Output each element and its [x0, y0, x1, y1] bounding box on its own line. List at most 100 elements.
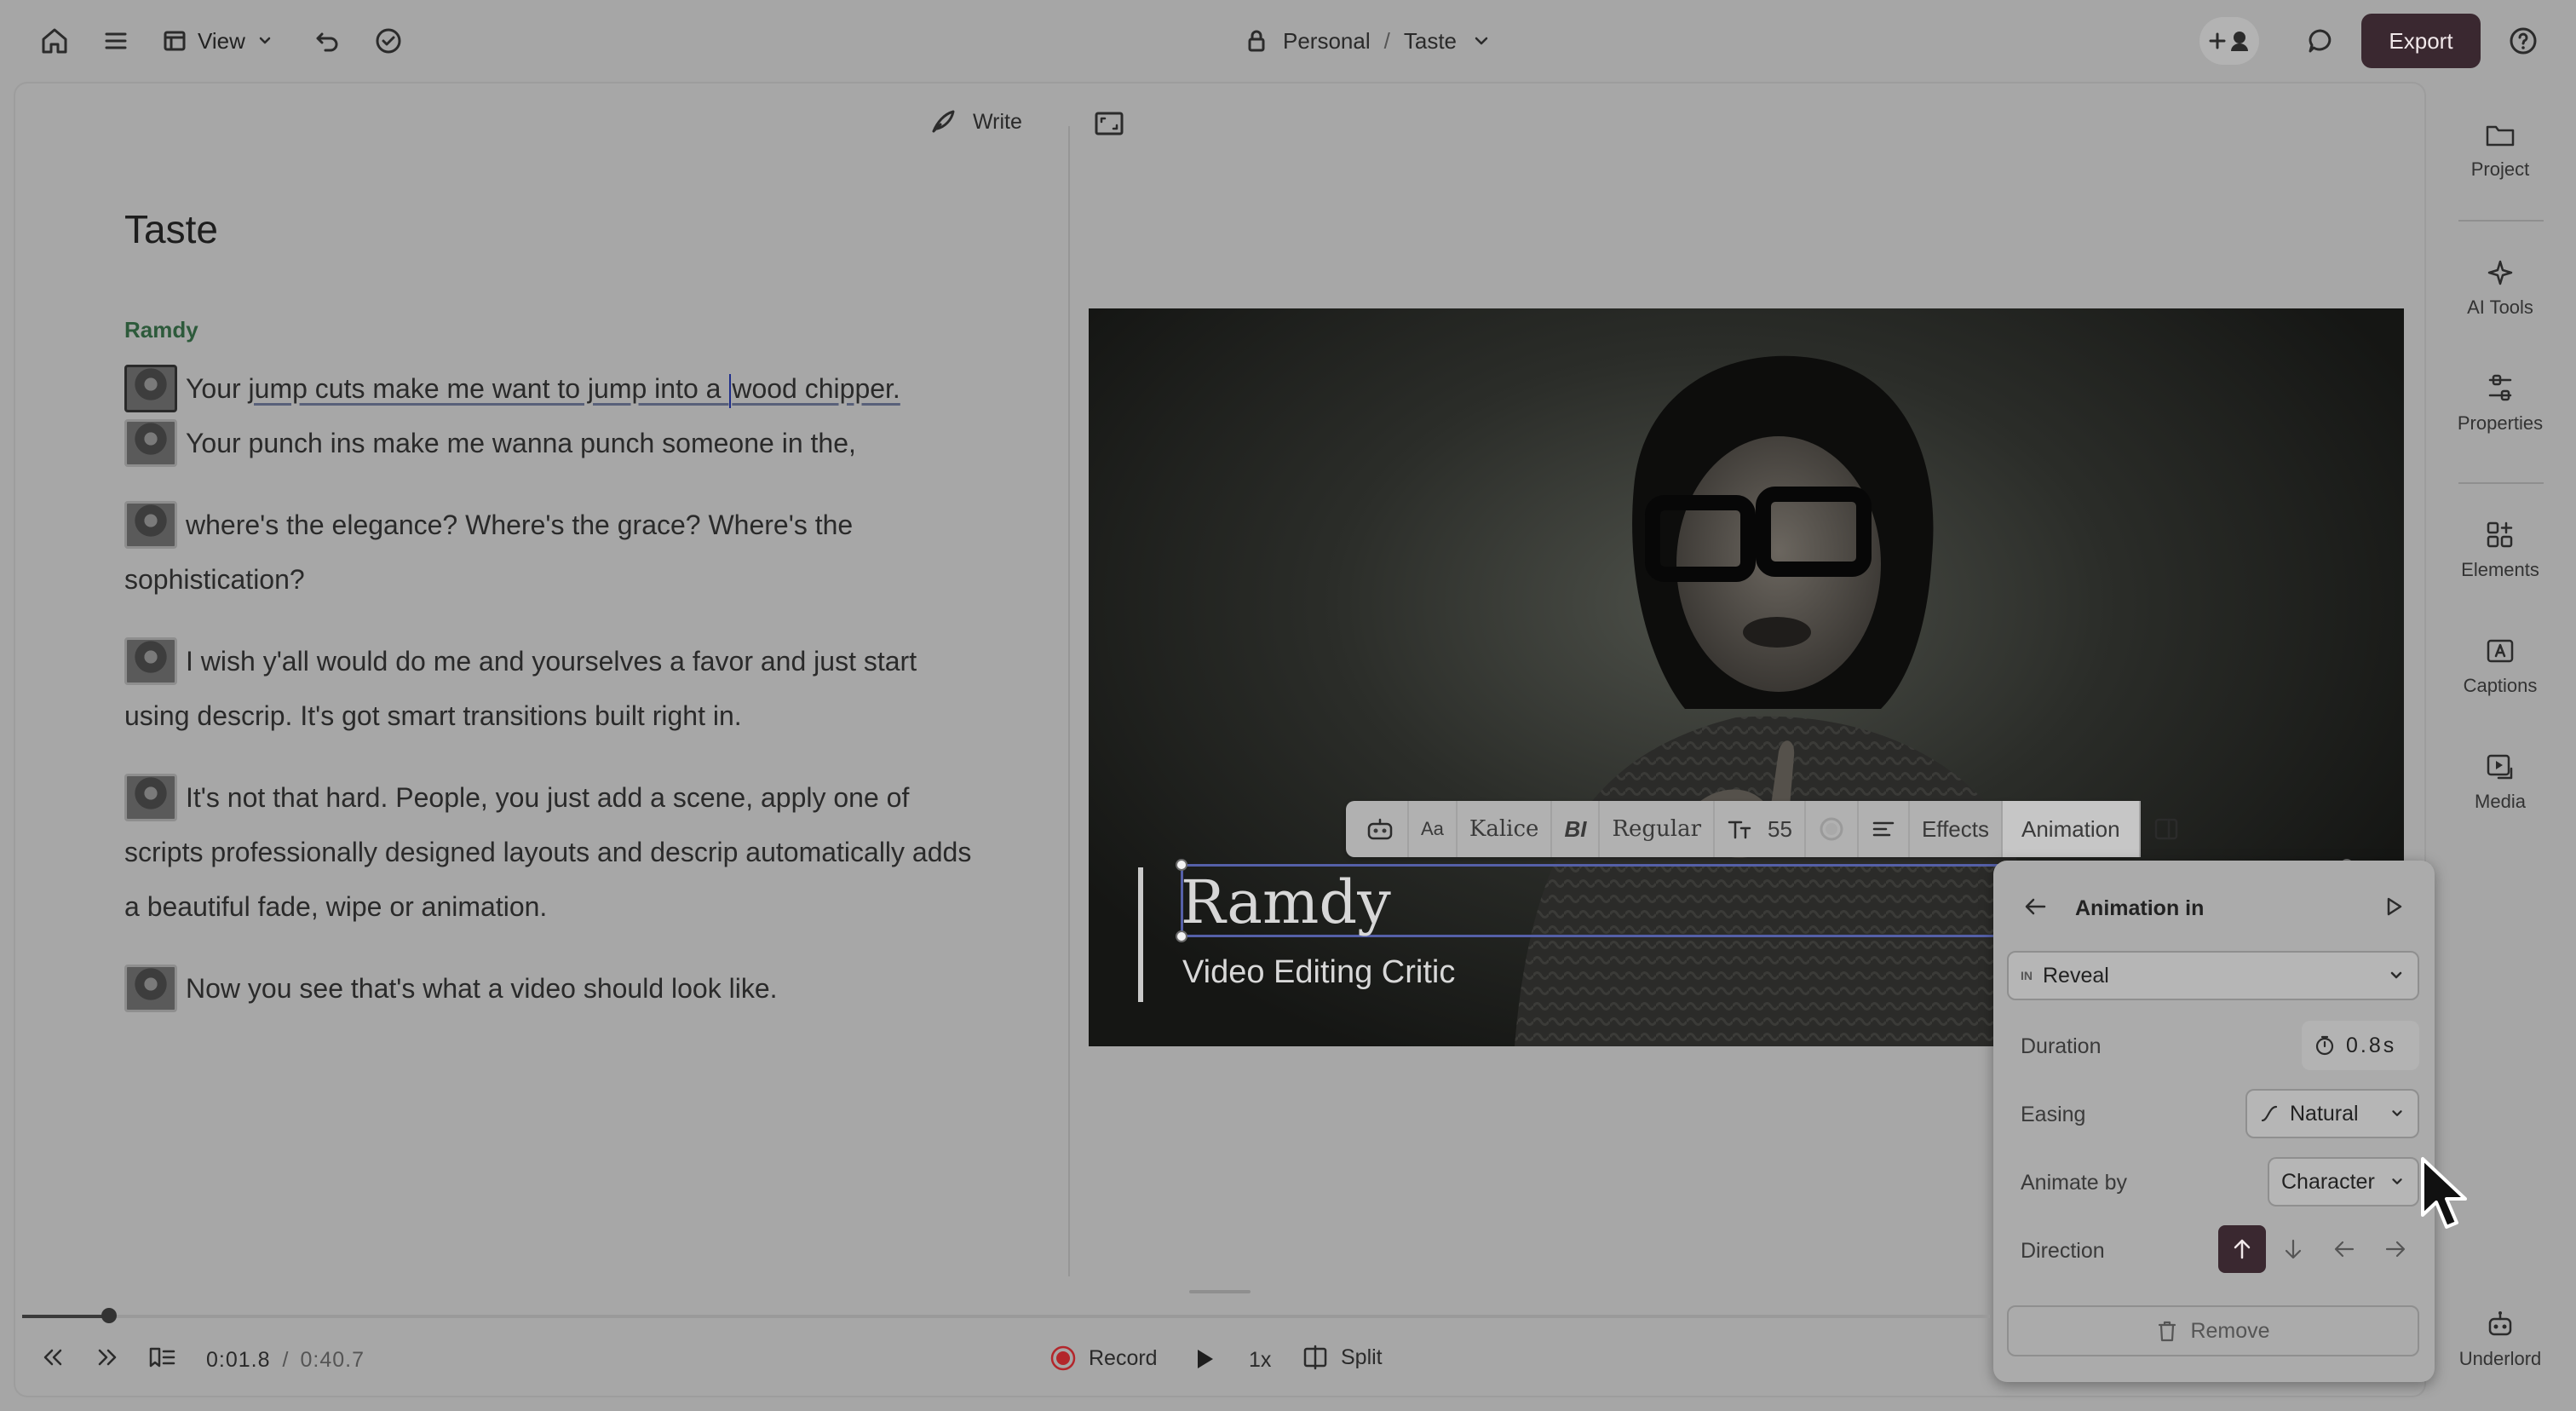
direction-label: Direction: [2021, 1239, 2105, 1263]
add-collaborator-button[interactable]: [2199, 17, 2259, 65]
panel-title: Animation in: [2075, 896, 2205, 920]
subtitle-overlay-text[interactable]: Video Editing Critic: [1182, 954, 1455, 991]
export-button[interactable]: Export: [2361, 14, 2481, 68]
sidebar-item-elements[interactable]: Elements: [2424, 520, 2576, 581]
check-circle-icon[interactable]: [370, 17, 407, 65]
write-mode-button[interactable]: Write: [929, 107, 1022, 136]
view-menu-button[interactable]: View: [162, 17, 274, 65]
sidebar-item-project[interactable]: Project: [2424, 119, 2576, 181]
trash-icon: [2159, 1321, 2176, 1342]
split-icon: [1303, 1345, 1327, 1370]
ai-assist-icon[interactable]: [1353, 801, 1409, 857]
easing-select[interactable]: Natural: [2245, 1089, 2419, 1138]
scene-thumbnail[interactable]: [124, 964, 177, 1012]
quill-icon: [932, 110, 955, 133]
view-label: View: [198, 27, 245, 54]
chevron-down-icon: [2392, 1110, 2402, 1116]
scene-thumbnail[interactable]: [124, 418, 177, 467]
scene-thumbnail[interactable]: [124, 364, 177, 412]
panel-toggle-icon[interactable]: [2141, 801, 2192, 857]
timer-icon: [2315, 1035, 2334, 1056]
font-family-button[interactable]: Kalice: [1458, 801, 1553, 857]
skip-forward-icon[interactable]: [94, 1345, 121, 1370]
sidebar-item-underlord[interactable]: Underlord: [2424, 1309, 2576, 1370]
sidebar-item-label: Media: [2475, 791, 2526, 812]
back-arrow-icon[interactable]: [2022, 895, 2050, 919]
play-icon[interactable]: [1193, 1346, 1216, 1372]
sidebar-item-properties[interactable]: Properties: [2424, 373, 2576, 435]
font-size-control[interactable]: 55: [1715, 801, 1806, 857]
sidebar-item-label: AI Tools: [2467, 297, 2533, 318]
breadcrumb-separator: /: [1383, 27, 1390, 54]
chapters-icon[interactable]: [147, 1345, 177, 1370]
direction-right-button[interactable]: [2372, 1225, 2419, 1273]
paragraph-text: where's the elegance? Where's the grace?…: [124, 510, 854, 595]
layout-icon: [164, 31, 186, 51]
direction-buttons: [2218, 1225, 2419, 1273]
sidebar-item-media[interactable]: Media: [2424, 752, 2576, 813]
transcript-paragraph[interactable]: where's the elegance? Where's the grace?…: [124, 498, 976, 607]
split-button[interactable]: Split: [1302, 1345, 1383, 1370]
paragraph-text: I wish y'all would do me and yourselves …: [124, 646, 917, 731]
breadcrumb[interactable]: Personal / Taste: [1244, 17, 1492, 65]
scrubber-track[interactable]: [22, 1315, 1990, 1318]
font-weight-button[interactable]: Regular: [1600, 801, 1716, 857]
sidebar-item-captions[interactable]: Captions: [2424, 636, 2576, 697]
menu-icon[interactable]: [94, 17, 138, 65]
duration-input[interactable]: 0.8s: [2302, 1021, 2419, 1070]
transcript-paragraph[interactable]: Your jump cuts make me want to jump into…: [124, 361, 976, 416]
pane-divider[interactable]: [1068, 126, 1070, 1276]
sidebar-item-ai-tools[interactable]: AI Tools: [2424, 257, 2576, 319]
animation-type-select[interactable]: IN Reveal: [2007, 951, 2419, 1000]
home-icon[interactable]: [32, 17, 77, 65]
sidebar-divider: [2458, 482, 2544, 484]
easing-label: Easing: [2021, 1103, 2086, 1126]
animate-by-label: Animate by: [2021, 1171, 2128, 1195]
add-user-icon: [2209, 32, 2248, 51]
direction-down-button[interactable]: [2269, 1225, 2317, 1273]
animate-by-value: Character: [2281, 1169, 2375, 1194]
bold-italic-button[interactable]: BI: [1552, 801, 1601, 857]
effects-tab[interactable]: Effects: [1910, 801, 2003, 857]
breadcrumb-workspace[interactable]: Personal: [1283, 28, 1371, 55]
scrubber-progress: [22, 1315, 109, 1318]
title-overlay-text[interactable]: Ramdy: [1181, 867, 1391, 937]
undo-icon[interactable]: [308, 17, 346, 65]
record-button[interactable]: Record: [1049, 1345, 1158, 1372]
scene-thumbnail[interactable]: [124, 500, 177, 549]
chevron-down-icon[interactable]: [1470, 30, 1492, 52]
document-title[interactable]: Taste: [124, 206, 218, 252]
comment-icon[interactable]: [2302, 17, 2339, 65]
animation-tab[interactable]: Animation: [2002, 801, 2141, 857]
playback-speed-button[interactable]: 1x: [1249, 1348, 1271, 1373]
scrubber-handle[interactable]: [101, 1308, 117, 1323]
fullscreen-icon[interactable]: [1094, 111, 1124, 136]
transcript-paragraph[interactable]: Now you see that's what a video should l…: [124, 961, 976, 1016]
align-left-icon[interactable]: [1859, 801, 1910, 857]
skip-back-icon[interactable]: [39, 1345, 66, 1370]
breadcrumb-project[interactable]: Taste: [1404, 28, 1457, 55]
transport-bar: 0:01.8 / 0:40.7 Record 1x Split: [0, 1329, 1993, 1389]
play-preview-icon[interactable]: [2382, 895, 2406, 919]
scene-thumbnail[interactable]: [124, 773, 177, 821]
speaker-label[interactable]: Ramdy: [124, 317, 198, 343]
remove-button[interactable]: Remove: [2007, 1305, 2419, 1356]
text-format-toolbar: Aa Kalice BI Regular 55 Effects Animatio…: [1346, 801, 2177, 857]
transcript-paragraph[interactable]: It's not that hard. People, you just add…: [124, 770, 976, 934]
direction-left-button[interactable]: [2320, 1225, 2368, 1273]
direction-up-button[interactable]: [2218, 1225, 2266, 1273]
duration-value: 0.8s: [2346, 1033, 2397, 1057]
in-badge: IN: [2021, 969, 2033, 982]
text-case-button[interactable]: Aa: [1409, 801, 1458, 857]
scene-thumbnail[interactable]: [124, 636, 177, 685]
timeline-drag-handle[interactable]: [1189, 1290, 1251, 1293]
help-icon[interactable]: [2504, 17, 2542, 65]
paragraph-text: It's not that hard. People, you just add…: [124, 782, 972, 922]
transcript-paragraph[interactable]: Your punch ins make me wanna punch someo…: [124, 416, 976, 470]
media-icon: [2487, 754, 2513, 780]
elements-icon: [2487, 521, 2513, 548]
mouse-cursor-icon: [2419, 1155, 2470, 1232]
transcript-paragraph[interactable]: I wish y'all would do me and yourselves …: [124, 634, 976, 743]
color-swatch-icon[interactable]: [1806, 801, 1859, 857]
animate-by-select[interactable]: Character: [2268, 1157, 2419, 1207]
